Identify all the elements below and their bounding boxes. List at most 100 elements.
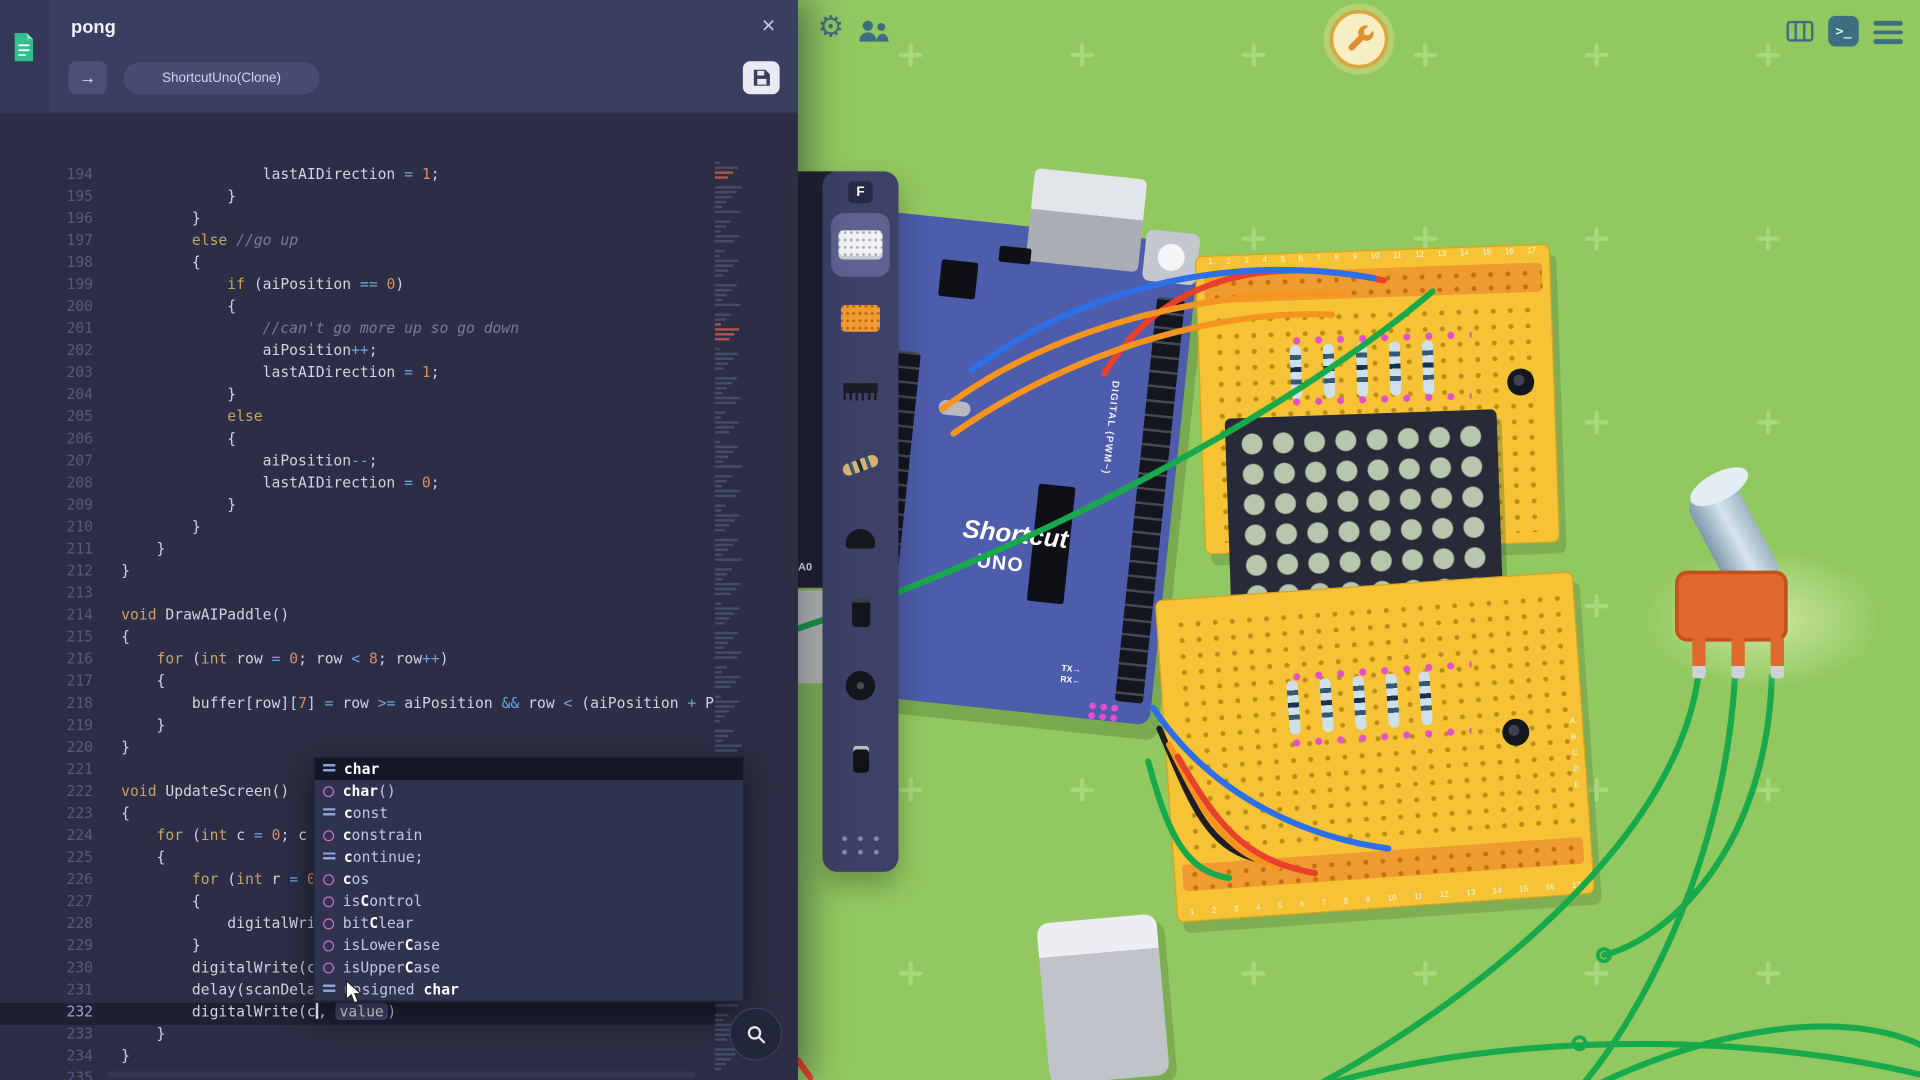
code-line-216[interactable]: 216 for (int row = 0; row < 8; row++) [0,650,716,672]
resistor-icon [841,453,880,477]
code-line-208[interactable]: 208 lastAIDirection = 0; [0,474,716,496]
autocomplete-item-isControl[interactable]: isControl [315,890,743,912]
component-tool-breadboard-orange[interactable] [831,287,890,351]
wire-orange[interactable] [954,314,1332,433]
toolbar-drag-handle[interactable] [822,836,898,854]
potentiometer-leg [1692,637,1705,679]
menu-icon[interactable] [1873,21,1902,44]
code-line-211[interactable]: 211 } [0,540,716,562]
component-tool-resistor[interactable] [831,433,890,497]
pin-header-icon [843,383,877,400]
wire-green-corner[interactable] [1597,1026,1920,1080]
console-icon[interactable]: >_ [1828,16,1859,47]
function-icon [323,786,334,797]
components-box-icon[interactable] [1785,17,1814,44]
code-line-197[interactable]: 197 else //go up [0,231,716,253]
device-link-arrow-button[interactable]: → [69,61,107,94]
code-line-204[interactable]: 204 } [0,386,716,408]
autocomplete-item-constrain[interactable]: constrain [315,824,743,846]
autocomplete-popup[interactable]: charchar()constconstraincontinue;cosisCo… [313,757,744,1002]
component-tool-buzzer[interactable] [831,654,890,718]
sketch-title: pong [71,17,116,38]
collaborators-icon[interactable] [857,20,891,44]
code-line-233[interactable]: 233 } [0,1025,716,1047]
circuit-canvas[interactable]: A0 Shortcut UNO DIGITAL (PWM~) TX→ RX← 1… [798,0,1920,1080]
wire-green-pot[interactable] [1584,676,1735,1080]
panel-header: pong × → ShortcutUno(Clone) [0,0,798,113]
code-line-232[interactable]: 232 digitalWrite(c, value) [0,1003,716,1025]
code-line-206[interactable]: 206 { [0,430,716,452]
autocomplete-item-char[interactable]: char() [315,780,743,802]
code-line-213[interactable]: 213 [0,584,716,606]
floppy-icon [752,69,770,87]
code-line-209[interactable]: 209 } [0,496,716,518]
component-tool-electrolytic-capacitor[interactable] [831,727,890,791]
component-tool-transistor[interactable] [831,507,890,571]
close-icon[interactable]: × [754,12,783,41]
function-icon [323,874,334,885]
code-line-219[interactable]: 219 } [0,716,716,738]
wire-green-pot[interactable] [1322,676,1698,1080]
function-icon [323,940,334,951]
keyword-icon [323,983,335,995]
capacitor-icon [851,598,869,627]
code-line-195[interactable]: 195 } [0,187,716,209]
code-line-201[interactable]: 201 //can't go more up so go down [0,320,716,342]
autocomplete-item-bitClear[interactable]: bitClear [315,912,743,934]
component-tool-pin-header[interactable] [831,360,890,424]
horizontal-scrollbar[interactable] [108,1071,695,1077]
transistor-icon [846,529,875,549]
code-line-194[interactable]: 194 lastAIDirection = 1; [0,165,716,187]
potentiometer-leg [1731,637,1744,679]
component-toolbar: F [822,171,898,871]
electrolytic-capacitor-icon [853,746,869,773]
code-line-215[interactable]: 215{ [0,628,716,650]
autocomplete-item-isUpperCase[interactable]: isUpperCase [315,956,743,978]
component-tool-breadboard-white[interactable] [831,213,890,277]
autocomplete-item-const[interactable]: const [315,802,743,824]
code-line-218[interactable]: 218 buffer[row][7] = row >= aiPosition &… [0,694,716,716]
search-button[interactable] [729,1008,782,1061]
autocomplete-item-unsignedchar[interactable]: unsigned char [315,978,743,1000]
wire-red-edge[interactable] [798,1060,810,1077]
code-line-234[interactable]: 234} [0,1047,716,1069]
autocomplete-item-continue[interactable]: continue; [315,846,743,868]
component-tool-capacitor[interactable] [831,580,890,644]
mouse-pointer [345,980,363,1006]
wrench-icon [1342,22,1376,56]
potentiometer-body[interactable] [1675,571,1788,642]
code-line-199[interactable]: 199 if (aiPosition == 0) [0,276,716,298]
code-line-198[interactable]: 198 { [0,253,716,275]
code-line-205[interactable]: 205 else [0,408,716,430]
tools-wrench-button[interactable] [1330,10,1389,69]
code-line-212[interactable]: 212} [0,562,716,584]
function-icon [323,962,334,973]
code-line-207[interactable]: 207 aiPosition--; [0,452,716,474]
function-icon [323,896,334,907]
breadboard-orange-icon [841,305,880,332]
function-icon [323,918,334,929]
buzzer-icon [846,671,875,700]
code-editor-panel: 194 lastAIDirection = 1;195 }196 }197 el… [0,0,798,1080]
toolbar-hotkey-badge: F [848,181,872,203]
code-editor[interactable]: 194 lastAIDirection = 1;195 }196 }197 el… [0,0,798,1080]
code-line-200[interactable]: 200 { [0,298,716,320]
autocomplete-item-cos[interactable]: cos [315,868,743,890]
keyword-icon [323,851,335,863]
function-icon [323,830,334,841]
potentiometer-leg [1771,637,1784,679]
code-line-210[interactable]: 210 } [0,518,716,540]
autocomplete-item-char[interactable]: char [315,758,743,780]
code-line-202[interactable]: 202 aiPosition++; [0,342,716,364]
code-line-196[interactable]: 196 } [0,209,716,231]
breadboard-white-icon [838,230,882,259]
param-hint: value [336,1003,388,1020]
code-line-203[interactable]: 203 lastAIDirection = 1; [0,364,716,386]
notes-icon[interactable] [12,32,35,63]
code-line-214[interactable]: 214void DrawAIPaddle() [0,606,716,628]
save-button[interactable] [743,61,780,94]
autocomplete-item-isLowerCase[interactable]: isLowerCase [315,934,743,956]
code-line-217[interactable]: 217 { [0,672,716,694]
device-tab[interactable]: ShortcutUno(Clone) [124,62,320,94]
settings-icon[interactable]: ⚙ [818,10,844,44]
